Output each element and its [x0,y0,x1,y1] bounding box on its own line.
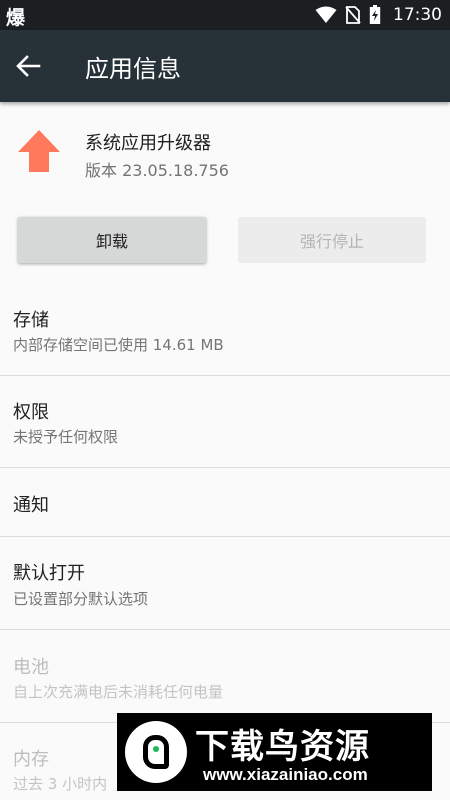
permissions-title: 权限 [13,402,49,423]
status-icons: 17:30 [315,0,442,30]
watermark: 下载鸟资源 www.xiazainiao.com [117,713,432,791]
app-upgrade-arrow-icon [18,130,60,172]
status-bar: 爆 17:30 [0,0,450,30]
storage-subtitle: 内部存储空间已使用 14.61 MB [13,336,224,354]
app-name: 系统应用升级器 [85,133,211,154]
uninstall-button[interactable]: 卸载 [18,217,206,263]
app-version: 版本 23.05.18.756 [85,161,229,180]
notifications-row[interactable]: 通知 [0,468,450,536]
force-stop-button: 强行停止 [238,217,426,263]
storage-title: 存储 [13,310,49,331]
wifi-icon [315,6,337,23]
bird-icon [143,735,169,769]
bird-eye-icon [153,746,159,752]
watermark-url: www.xiazainiao.com [203,765,368,784]
memory-subtitle: 过去 3 小时内 [13,775,108,793]
battery-row: 电池 自上次充满电后未消耗任何电量 [0,630,450,722]
status-time: 17:30 [393,5,442,25]
battery-subtitle: 自上次充满电后未消耗任何电量 [13,683,224,701]
open-by-default-title: 默认打开 [13,563,85,584]
arrow-left-icon[interactable] [14,52,42,80]
storage-row[interactable]: 存储 内部存储空间已使用 14.61 MB [0,282,450,376]
permissions-row[interactable]: 权限 未授予任何权限 [0,376,450,468]
memory-title: 内存 [13,749,49,770]
app-bar: 应用信息 [0,30,450,102]
page-title: 应用信息 [85,55,181,83]
battery-title: 电池 [13,657,49,678]
watermark-logo [125,721,187,783]
open-by-default-row[interactable]: 默认打开 已设置部分默认选项 [0,537,450,629]
no-sim-icon [345,6,361,24]
watermark-brand: 下载鸟资源 [195,727,370,767]
permissions-subtitle: 未授予任何权限 [13,428,119,446]
battery-charging-icon [369,5,381,24]
open-by-default-subtitle: 已设置部分默认选项 [13,590,149,608]
notifications-title: 通知 [13,495,49,516]
notification-glyph: 爆 [6,7,26,29]
